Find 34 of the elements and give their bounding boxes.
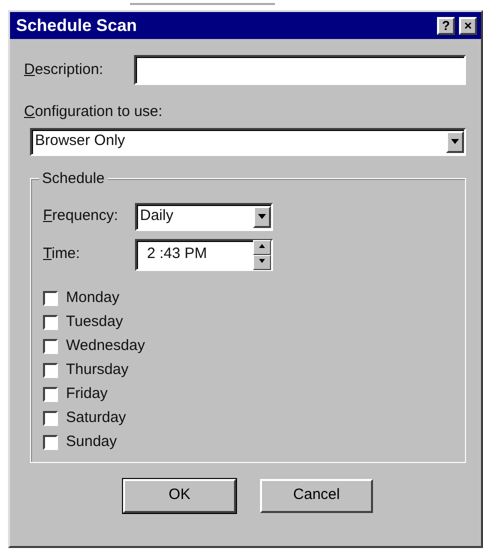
checkbox-label: Wednesday — [66, 336, 145, 356]
checkbox[interactable] — [43, 339, 58, 354]
checkbox[interactable] — [43, 387, 58, 402]
down-arrow-icon — [259, 259, 265, 264]
help-button[interactable]: ? — [437, 16, 455, 34]
checkbox[interactable] — [43, 291, 58, 306]
frequency-dropdown[interactable]: Daily — [135, 202, 273, 230]
cancel-button[interactable]: Cancel — [260, 478, 373, 512]
dropdown-value: Browser Only — [35, 131, 126, 152]
configuration-dropdown[interactable]: Browser Only — [30, 128, 466, 156]
checkbox-label: Tuesday — [66, 312, 123, 332]
checkbox[interactable] — [43, 363, 58, 378]
field-label: Time: — [43, 244, 81, 264]
field-label: Frequency: — [43, 206, 120, 226]
field-label: Description: — [24, 60, 104, 80]
checkbox-label: Saturday — [66, 408, 126, 428]
field-value: 2 :43 PM — [147, 244, 208, 264]
description-field[interactable] — [134, 55, 466, 85]
checkbox-label: Friday — [66, 384, 108, 404]
up-arrow-icon — [259, 244, 265, 248]
ok-button[interactable]: OK — [123, 478, 236, 512]
checkbox[interactable] — [43, 315, 58, 330]
field-value: Daily — [140, 206, 174, 226]
checkbox[interactable] — [43, 435, 58, 450]
checkbox-label: Sunday — [66, 432, 117, 452]
field-label: Configuration to use: — [23, 102, 164, 122]
spin-up-button[interactable] — [253, 240, 271, 254]
close-button[interactable]: × — [459, 16, 477, 34]
checkbox-label: Thursday — [66, 360, 129, 380]
checkbox-label: Monday — [66, 288, 120, 308]
spin-down-button[interactable] — [253, 254, 271, 270]
window-title: Schedule Scan — [16, 14, 137, 37]
time-field[interactable]: 2 :43 PM — [135, 238, 273, 270]
checkbox[interactable] — [43, 411, 58, 426]
